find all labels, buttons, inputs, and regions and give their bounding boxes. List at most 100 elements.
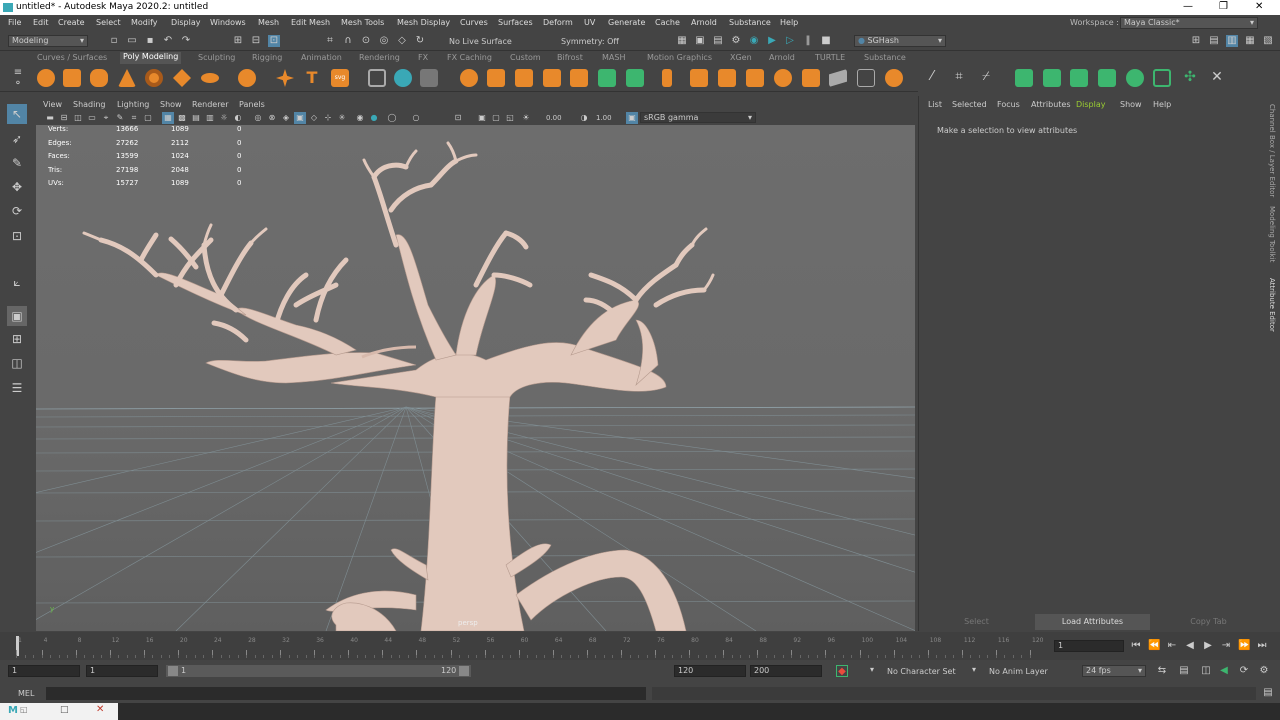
grease-pencil-icon[interactable]: ✎ (114, 112, 126, 124)
poly-torus-icon[interactable] (145, 69, 163, 87)
append-icon[interactable] (802, 69, 820, 87)
combine-icon[interactable] (368, 69, 386, 87)
ae-select-button[interactable]: Select (919, 614, 1034, 630)
modeling-toolkit-icon[interactable]: ⊞ (1190, 35, 1202, 47)
insert-edge-loop-icon[interactable] (662, 69, 672, 87)
time-slider[interactable]: 1 4 8 12 16 20 24 28 32 36 40 44 48 52 56 60 64 68 72 76 80 8… (0, 632, 1280, 660)
camera-attributes-icon[interactable]: ⊟ (58, 112, 70, 124)
restore-button[interactable]: ❐ (1219, 1, 1228, 12)
shelf-tab-curves-surfaces[interactable]: Curves / Surfaces (37, 53, 107, 62)
backface-icon[interactable]: ◉ (354, 112, 366, 124)
menu-create[interactable]: Create (58, 18, 85, 27)
sound-icon[interactable]: ◀ (1218, 665, 1230, 677)
field-chart-icon[interactable]: ◱ (504, 112, 516, 124)
resolution-gate-icon[interactable]: ⊡ (452, 112, 464, 124)
lights-icon[interactable]: ☼ (218, 112, 230, 124)
attribute-editor-icon[interactable]: ▤ (1208, 35, 1220, 47)
uv-editor-icon[interactable]: ⁄ (923, 69, 941, 87)
select-camera-icon[interactable]: ▬ (44, 112, 56, 124)
fps-dropdown[interactable]: 24 fps ▾ (1082, 665, 1146, 677)
snap-point-icon[interactable]: ⊙ (360, 35, 372, 47)
safe-title-icon[interactable]: ▢ (490, 112, 502, 124)
menu-curves[interactable]: Curves (460, 18, 488, 27)
quad-draw-icon[interactable] (690, 69, 708, 87)
shelf-tab-bifrost[interactable]: Bifrost (557, 53, 583, 62)
viewport-menu-show[interactable]: Show (160, 100, 182, 109)
arnold-ipr-icon[interactable]: ▷ (784, 35, 796, 47)
save-scene-icon[interactable]: ▪ (144, 35, 156, 47)
smooth-shade-icon[interactable]: ▩ (176, 112, 188, 124)
anim-layer-chevron-icon[interactable]: ▾ (972, 665, 976, 674)
make-live-icon[interactable]: ↻ (414, 35, 426, 47)
safe-action-icon[interactable]: ▣ (476, 112, 488, 124)
menu-surfaces[interactable]: Surfaces (498, 18, 533, 27)
stop-icon[interactable]: ■ (820, 35, 832, 47)
side-tab-attribute-editor[interactable]: Attribute Editor (1268, 278, 1276, 332)
menu-uv[interactable]: UV (584, 18, 595, 27)
unfold-icon[interactable] (1015, 69, 1033, 87)
target-weld-icon[interactable] (626, 69, 644, 87)
bevel-icon[interactable] (515, 69, 533, 87)
channel-box-icon[interactable]: ▦ (1244, 35, 1256, 47)
poly-platonic-icon[interactable] (238, 69, 256, 87)
snap-projected-icon[interactable]: ◎ (378, 35, 390, 47)
lasso-tool-icon[interactable]: ➶ (7, 129, 27, 149)
cache-playback-icon[interactable]: ▤ (1178, 665, 1190, 677)
viewport-menu-view[interactable]: View (43, 100, 62, 109)
shelf-options-icon[interactable]: ⚬ (12, 78, 24, 90)
prev-key-icon[interactable]: ⇤ (1166, 640, 1178, 652)
shelf-tab-fx-caching[interactable]: FX Caching (447, 53, 492, 62)
render-view-icon[interactable]: ▦ (676, 35, 688, 47)
merge-icon[interactable] (746, 69, 764, 87)
bool-icon[interactable] (543, 69, 561, 87)
shelf-tab-sculpting[interactable]: Sculpting (198, 53, 235, 62)
taskbar-close-icon[interactable]: ✕ (96, 704, 104, 715)
auto-map-icon[interactable] (1153, 69, 1171, 87)
select-tool-icon[interactable]: ↖ (7, 104, 27, 124)
shelf-tab-xgen[interactable]: XGen (730, 53, 752, 62)
step-forward-icon[interactable]: ⏩ (1238, 640, 1250, 652)
film-gate-icon[interactable]: ▢ (142, 112, 154, 124)
next-key-icon[interactable]: ⇥ (1220, 640, 1232, 652)
planar-map-icon[interactable] (1070, 69, 1088, 87)
ae-menu-selected[interactable]: Selected (952, 100, 987, 109)
shelf-tab-motion-graphics[interactable]: Motion Graphics (647, 53, 712, 62)
color-space-dropdown[interactable]: sRGB gamma ▾ (640, 112, 756, 123)
svg-icon[interactable]: svg (331, 69, 349, 87)
spherical-map-icon[interactable] (1126, 69, 1144, 87)
viewport-menu-shading[interactable]: Shading (73, 100, 106, 109)
sghash-dropdown[interactable]: ● SGHash ▾ (854, 35, 946, 47)
poly-cone-icon[interactable] (118, 69, 136, 87)
menu-cache[interactable]: Cache (655, 18, 680, 27)
pause-icon[interactable]: ‖ (802, 35, 814, 47)
shadows-icon[interactable]: ◐ (232, 112, 244, 124)
shelf-tab-rendering[interactable]: Rendering (359, 53, 400, 62)
snap-grid-icon[interactable]: ⌗ (324, 35, 336, 47)
xray-active-icon[interactable]: ⊹ (322, 112, 334, 124)
step-back-icon[interactable]: ⏪ (1148, 640, 1160, 652)
range-start-handle[interactable] (168, 666, 178, 676)
four-view-layout-icon[interactable]: ⊞ (7, 329, 27, 349)
two-pane-layout-icon[interactable]: ◫ (7, 353, 27, 373)
viewport-menu-lighting[interactable]: Lighting (117, 100, 149, 109)
antialiasing-icon[interactable]: ◈ (280, 112, 292, 124)
fill-hole-icon[interactable] (718, 69, 736, 87)
ae-menu-attributes[interactable]: Attributes (1031, 100, 1071, 109)
shelf-tab-poly-modeling[interactable]: Poly Modeling (120, 52, 182, 64)
layer-editor-icon[interactable]: ▧ (1262, 35, 1274, 47)
menu-windows[interactable]: Windows (210, 18, 246, 27)
scale-tool-icon[interactable]: ⊡ (7, 226, 27, 246)
move-tool-icon[interactable]: ✥ (7, 177, 27, 197)
scene-start-field[interactable]: 1 (8, 665, 80, 677)
viewport-menu-renderer[interactable]: Renderer (192, 100, 229, 109)
perspective-viewport[interactable]: persp M y (36, 125, 915, 631)
go-to-start-icon[interactable]: ⏮ (1130, 640, 1142, 652)
shelf-tab-custom[interactable]: Custom (510, 53, 541, 62)
poly-disc-icon[interactable] (201, 73, 219, 83)
gamma-icon[interactable]: ◑ (578, 112, 590, 124)
last-tool-icon[interactable]: ⟀ (7, 272, 27, 292)
extrude-icon[interactable] (460, 69, 478, 87)
view-transform-icon[interactable]: ▣ (626, 112, 638, 124)
anim-layer-label[interactable]: No Anim Layer (989, 667, 1048, 676)
render-icon[interactable]: ▣ (694, 35, 706, 47)
